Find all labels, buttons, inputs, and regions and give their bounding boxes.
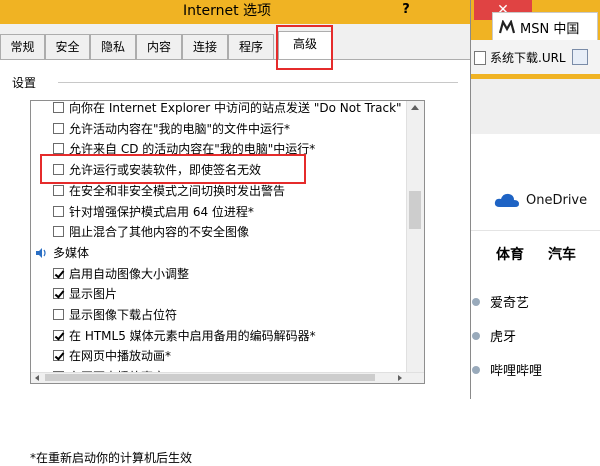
highlight-box-invalid-signature [40,154,306,184]
onedrive-cloud-icon [494,193,519,207]
link-bilibili[interactable]: 哔哩哔哩 [462,360,542,379]
favorite-extra-icon[interactable] [572,49,588,65]
setting-label: 多媒体 [53,245,90,260]
setting-label: 允许活动内容在"我的电脑"的文件中运行* [69,121,291,136]
favorite-label: 系统下载.URL [490,51,566,65]
help-button[interactable]: ? [396,0,416,22]
highlight-box-advanced-tab [276,25,333,70]
settings-label: 设置 [12,76,37,90]
setting-label: 针对增强保护模式启用 64 位进程* [69,204,254,219]
restart-footnote: *在重新启动你的计算机后生效 [30,451,193,465]
setting-checkbox[interactable] [53,309,64,320]
setting-checkbox[interactable] [53,205,64,217]
link-label: 虎牙 [490,330,517,345]
setting-label: 向你在 Internet Explorer 中访问的站点发送 "Do Not T… [69,101,402,115]
tab-security[interactable]: 安全 [45,34,90,60]
setting-label: 在网页中播放动画* [69,349,172,364]
tab-general[interactable]: 常规 [0,34,45,60]
browser-window: ✕ MSN 中国 系统下载.URL OneDrive 体育 汽车 爱奇艺 虎牙 … [462,0,600,399]
favorites-bar: 系统下载.URL [462,40,600,75]
onedrive-label: OneDrive [526,192,588,208]
setting-checkbox[interactable] [53,122,64,134]
onedrive-link[interactable]: OneDrive [494,192,587,208]
setting-label: 启用自动图像大小调整 [69,266,190,281]
setting-label: 显示图片 [69,287,118,302]
setting-label: 阻止混合了其他内容的不安全图像 [69,225,250,240]
link-label: 哔哩哔哩 [490,364,543,379]
url-file-icon [474,50,486,65]
nav-sports[interactable]: 体育 [496,244,524,264]
settings-list[interactable]: 向你在 Internet Explorer 中访问的站点发送 "Do Not T… [30,100,425,384]
link-iqiyi[interactable]: 爱奇艺 [462,292,529,311]
tab-content[interactable]: 内容 [136,34,182,60]
setting-checkbox[interactable] [53,226,64,238]
setting-label: 显示图像下载占位符 [69,308,178,322]
tab-privacy[interactable]: 隐私 [90,34,136,60]
scroll-thumb[interactable] [409,191,421,229]
dialog-titlebar: Internet 选项 ? [0,0,470,24]
link-label: 爱奇艺 [490,296,530,311]
setting-checkbox[interactable] [53,329,64,341]
setting-checkbox[interactable] [53,102,64,113]
setting-checkbox[interactable] [53,288,64,300]
divider [462,230,600,231]
browser-tab-title: MSN 中国 [520,21,580,37]
scroll-right-icon[interactable] [398,375,402,381]
tab-programs[interactable]: 程序 [228,34,274,60]
msn-icon [499,20,515,34]
setting-checkbox[interactable] [53,143,64,155]
setting-checkbox[interactable] [53,267,64,279]
setting-label: 在 HTML5 媒体元素中启用备用的编码解码器* [69,328,316,343]
nav-auto[interactable]: 汽车 [548,244,576,264]
site-icon [472,365,480,374]
multimedia-category-icon [36,247,46,258]
hscroll-thumb[interactable] [45,374,375,381]
advanced-panel: 设置 向你在 Internet Explorer 中访问的站点发送 "Do No… [0,59,470,465]
vertical-scrollbar[interactable] [406,101,424,383]
setting-checkbox[interactable] [53,184,64,196]
tab-connections[interactable]: 连接 [182,34,228,60]
favorite-link[interactable]: 系统下载.URL [474,49,566,66]
horizontal-scrollbar[interactable] [31,372,424,383]
setting-checkbox[interactable] [53,350,64,362]
site-icon [472,297,480,306]
dialog-title: Internet 选项 [182,3,272,19]
browser-banner [462,79,600,134]
settings-divider [58,82,458,83]
scroll-up-icon[interactable] [411,105,419,110]
tab-strip: 常规 安全 隐私 内容 连接 程序 高级 [0,31,470,60]
site-icon [472,331,480,340]
internet-options-dialog: Internet 选项 ? 常规 安全 隐私 内容 连接 程序 高级 设置 向你… [0,0,471,465]
scroll-left-icon[interactable] [35,375,39,381]
browser-tab-msn[interactable]: MSN 中国 [492,12,598,41]
